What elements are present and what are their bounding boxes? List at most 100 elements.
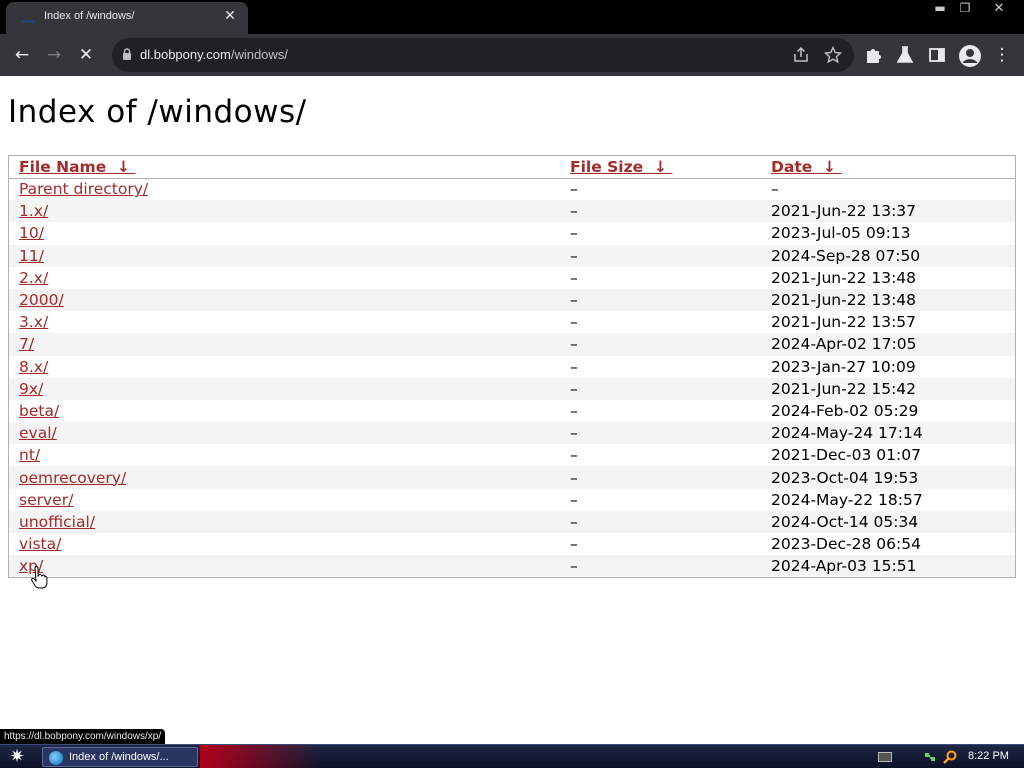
share-icon[interactable] xyxy=(792,46,810,64)
file-size-cell: – xyxy=(560,466,761,489)
file-link[interactable]: server/ xyxy=(19,491,73,509)
window-close-button[interactable]: ✕ xyxy=(980,1,1018,17)
sort-by-size-link[interactable]: File Size ↓ xyxy=(570,158,672,176)
file-date-cell: 2024-Apr-03 15:51 xyxy=(761,555,1015,578)
column-date-label: Date xyxy=(771,157,813,176)
file-link[interactable]: 11/ xyxy=(19,247,44,265)
file-link[interactable]: oemrecovery/ xyxy=(19,469,126,487)
stop-loading-button[interactable]: ✕ xyxy=(75,44,97,66)
taskbar-clock: 8:22 PM xyxy=(968,750,1009,762)
browser-titlebar: Index of /windows/ ✕ ▬ ❐ ✕ xyxy=(0,0,1024,34)
file-name-cell: 9x/ xyxy=(9,377,560,400)
column-size-label: File Size xyxy=(570,157,644,176)
file-name-cell: beta/ xyxy=(9,400,560,422)
table-row: Parent directory/ – – xyxy=(9,178,1015,200)
file-size-cell: – xyxy=(560,244,761,267)
file-link[interactable]: unofficial/ xyxy=(19,513,95,531)
file-date-cell: 2021-Dec-03 01:07 xyxy=(771,446,921,465)
file-date-cell: 2024-May-24 17:14 xyxy=(761,422,1015,445)
browser-menu-icon[interactable]: ⋮ xyxy=(991,44,1013,66)
taskbar-browser-task[interactable]: Index of /windows/... xyxy=(42,747,198,767)
keyboard-tray-icon[interactable] xyxy=(878,752,892,762)
column-header-size: File Size ↓ xyxy=(560,156,761,179)
file-name-cell: xp/ xyxy=(9,555,560,578)
file-name-cell: 3.x/ xyxy=(9,311,560,333)
table-row: 11/ –2024-Sep-28 07:50 xyxy=(9,244,1015,267)
side-panel-icon[interactable] xyxy=(927,45,947,65)
file-link[interactable]: 2000/ xyxy=(19,291,64,309)
file-link[interactable]: 3.x/ xyxy=(19,313,48,331)
hand-cursor-icon xyxy=(31,566,48,589)
sort-arrow-icon: ↓ xyxy=(653,157,667,176)
sort-arrow-icon: ↓ xyxy=(117,157,131,176)
file-size-cell: – xyxy=(570,446,578,465)
table-row: eval/ –2024-May-24 17:14 xyxy=(9,422,1015,445)
file-link[interactable]: vista/ xyxy=(19,535,61,553)
file-date-cell: 2021-Jun-22 13:48 xyxy=(761,288,1015,312)
file-size-cell: – xyxy=(560,200,761,223)
forward-button[interactable]: → xyxy=(43,44,65,66)
back-button[interactable]: ← xyxy=(11,44,33,66)
address-bar[interactable]: dl.bobpony.com/windows/ xyxy=(112,38,854,72)
file-size-cell: – xyxy=(570,535,578,554)
tab-title: Index of /windows/ xyxy=(44,10,135,22)
table-row: 2.x/ – 2021-Jun-22 13:48 xyxy=(9,267,1015,289)
labs-flask-icon[interactable] xyxy=(895,45,915,65)
file-name-cell: eval/ xyxy=(9,422,560,445)
file-link[interactable]: 9x/ xyxy=(19,380,43,398)
file-link[interactable]: 2.x/ xyxy=(19,269,48,287)
file-name-cell: oemrecovery/ xyxy=(9,466,560,489)
network-tray-icon[interactable] xyxy=(922,749,938,765)
file-date-cell: 2024-May-22 18:57 xyxy=(771,490,923,509)
table-row: 3.x/ – 2021-Jun-22 13:57 xyxy=(9,311,1015,333)
taskbar-decoration xyxy=(200,745,320,768)
file-link[interactable]: beta/ xyxy=(19,402,59,420)
browser-tab[interactable]: Index of /windows/ ✕ xyxy=(6,2,248,34)
file-name-cell: server/ xyxy=(9,489,560,511)
table-row: unofficial/ –2024-Oct-14 05:34 xyxy=(9,510,1015,533)
table-row: nt/ – 2021-Dec-03 01:07 xyxy=(9,444,1015,466)
address-url[interactable]: dl.bobpony.com/windows/ xyxy=(140,47,288,62)
file-link[interactable]: 1.x/ xyxy=(19,202,48,220)
file-link[interactable]: eval/ xyxy=(19,424,57,442)
file-link[interactable]: Parent directory/ xyxy=(19,180,148,198)
file-size-cell: – xyxy=(570,268,578,287)
file-size-cell: – xyxy=(560,422,761,445)
table-row: 7/ –2024-Apr-02 17:05 xyxy=(9,333,1015,356)
file-link[interactable]: nt/ xyxy=(19,446,40,464)
search-tray-icon[interactable] xyxy=(942,749,958,765)
extensions-puzzle-icon[interactable] xyxy=(863,45,883,65)
file-size-cell: – xyxy=(570,490,578,509)
file-listing-table: File Name ↓ File Size ↓ Date ↓ Parent di… xyxy=(8,155,1016,579)
file-link[interactable]: 7/ xyxy=(19,335,34,353)
file-link[interactable]: 10/ xyxy=(19,224,44,242)
window-restore-button[interactable]: ❐ xyxy=(955,1,975,17)
file-date-cell: 2024-Apr-02 17:05 xyxy=(761,333,1015,356)
file-size-cell: – xyxy=(560,555,761,578)
table-row: xp/–2024-Apr-03 15:51 xyxy=(9,555,1015,578)
profile-avatar-icon[interactable] xyxy=(958,44,982,68)
os-taskbar: ✷ Index of /windows/... 8:22 PM xyxy=(0,744,1024,768)
file-link[interactable]: 8.x/ xyxy=(19,358,48,376)
file-name-cell: unofficial/ xyxy=(9,510,560,533)
file-size-cell: – xyxy=(570,224,578,243)
file-size-cell: – xyxy=(560,510,761,533)
table-row: 2000/ –2021-Jun-22 13:48 xyxy=(9,288,1015,312)
file-name-cell: 1.x/ xyxy=(9,200,560,223)
sort-by-date-link[interactable]: Date ↓ xyxy=(771,158,841,176)
file-date-cell: 2023-Oct-04 19:53 xyxy=(761,466,1015,489)
file-date-cell: – xyxy=(771,180,779,199)
bookmark-star-icon[interactable] xyxy=(824,46,842,64)
file-date-cell: 2021-Jun-22 13:37 xyxy=(761,200,1015,223)
link-status-bubble: https://dl.bobpony.com/windows/xp/ xyxy=(0,729,166,744)
file-date-cell: 2023-Jan-27 10:09 xyxy=(771,357,916,376)
start-button[interactable]: ✷ xyxy=(4,747,30,767)
sort-by-name-link[interactable]: File Name ↓ xyxy=(19,158,135,176)
table-row: vista/ – 2023-Dec-28 06:54 xyxy=(9,533,1015,555)
lock-icon xyxy=(123,48,131,60)
browser-globe-icon xyxy=(49,751,63,765)
window-minimize-button[interactable]: ▬ xyxy=(930,1,950,17)
file-name-cell: Parent directory/ xyxy=(9,178,560,200)
column-header-date: Date ↓ xyxy=(761,156,1015,179)
tab-close-icon[interactable]: ✕ xyxy=(222,8,238,24)
